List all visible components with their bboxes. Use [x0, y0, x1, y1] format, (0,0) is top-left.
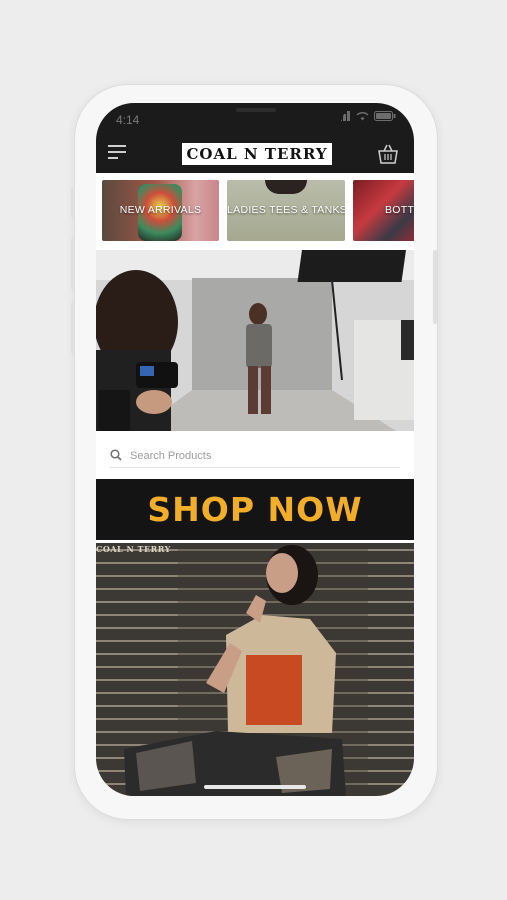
shop-now-text: SHOP NOW: [147, 490, 363, 529]
model-image: [124, 543, 368, 796]
home-indicator: [204, 785, 306, 789]
hamburger-menu-button[interactable]: [108, 145, 126, 161]
category-ladies-tees-tanks[interactable]: LADIES TEES & TANKS: [227, 180, 345, 241]
promo-banner[interactable]: SHOP NOW COAL N TERRY: [96, 479, 414, 796]
category-label: BOTT: [385, 204, 414, 216]
phone-screen: 4:14 COAL N TERRY NEW ARRIVALS LADIES TE…: [96, 103, 414, 796]
shop-now-banner[interactable]: SHOP NOW: [96, 479, 414, 540]
photoshoot-image: [96, 250, 414, 431]
phone-side-button: [71, 188, 75, 218]
search-input[interactable]: [128, 445, 392, 467]
hamburger-icon-line-short: [108, 157, 118, 159]
category-label: NEW ARRIVALS: [119, 204, 202, 216]
category-carousel[interactable]: NEW ARRIVALS LADIES TEES & TANKS BOTT: [96, 180, 414, 242]
hero-image[interactable]: [96, 250, 414, 431]
category-bottoms[interactable]: BOTT: [353, 180, 414, 241]
phone-volume-up-button: [71, 238, 75, 290]
search-icon: [110, 449, 122, 461]
store-logo[interactable]: COAL N TERRY: [182, 143, 332, 165]
hamburger-icon: [108, 145, 126, 147]
promo-image: COAL N TERRY: [96, 543, 414, 796]
app-header: COAL N TERRY: [96, 133, 414, 173]
category-label: LADIES TEES & TANKS: [227, 204, 345, 216]
category-new-arrivals[interactable]: NEW ARRIVALS: [102, 180, 219, 241]
status-icons: [335, 111, 396, 121]
hamburger-icon-line: [108, 151, 126, 153]
speaker: [236, 108, 276, 112]
phone-power-button: [433, 250, 437, 324]
status-time: 4:14: [116, 113, 140, 127]
wifi-icon: [356, 112, 369, 121]
battery-icon: [374, 111, 396, 121]
search-bar[interactable]: [110, 443, 400, 468]
phone-volume-down-button: [71, 302, 75, 354]
basket-icon[interactable]: [376, 142, 400, 166]
notch: [166, 103, 344, 129]
